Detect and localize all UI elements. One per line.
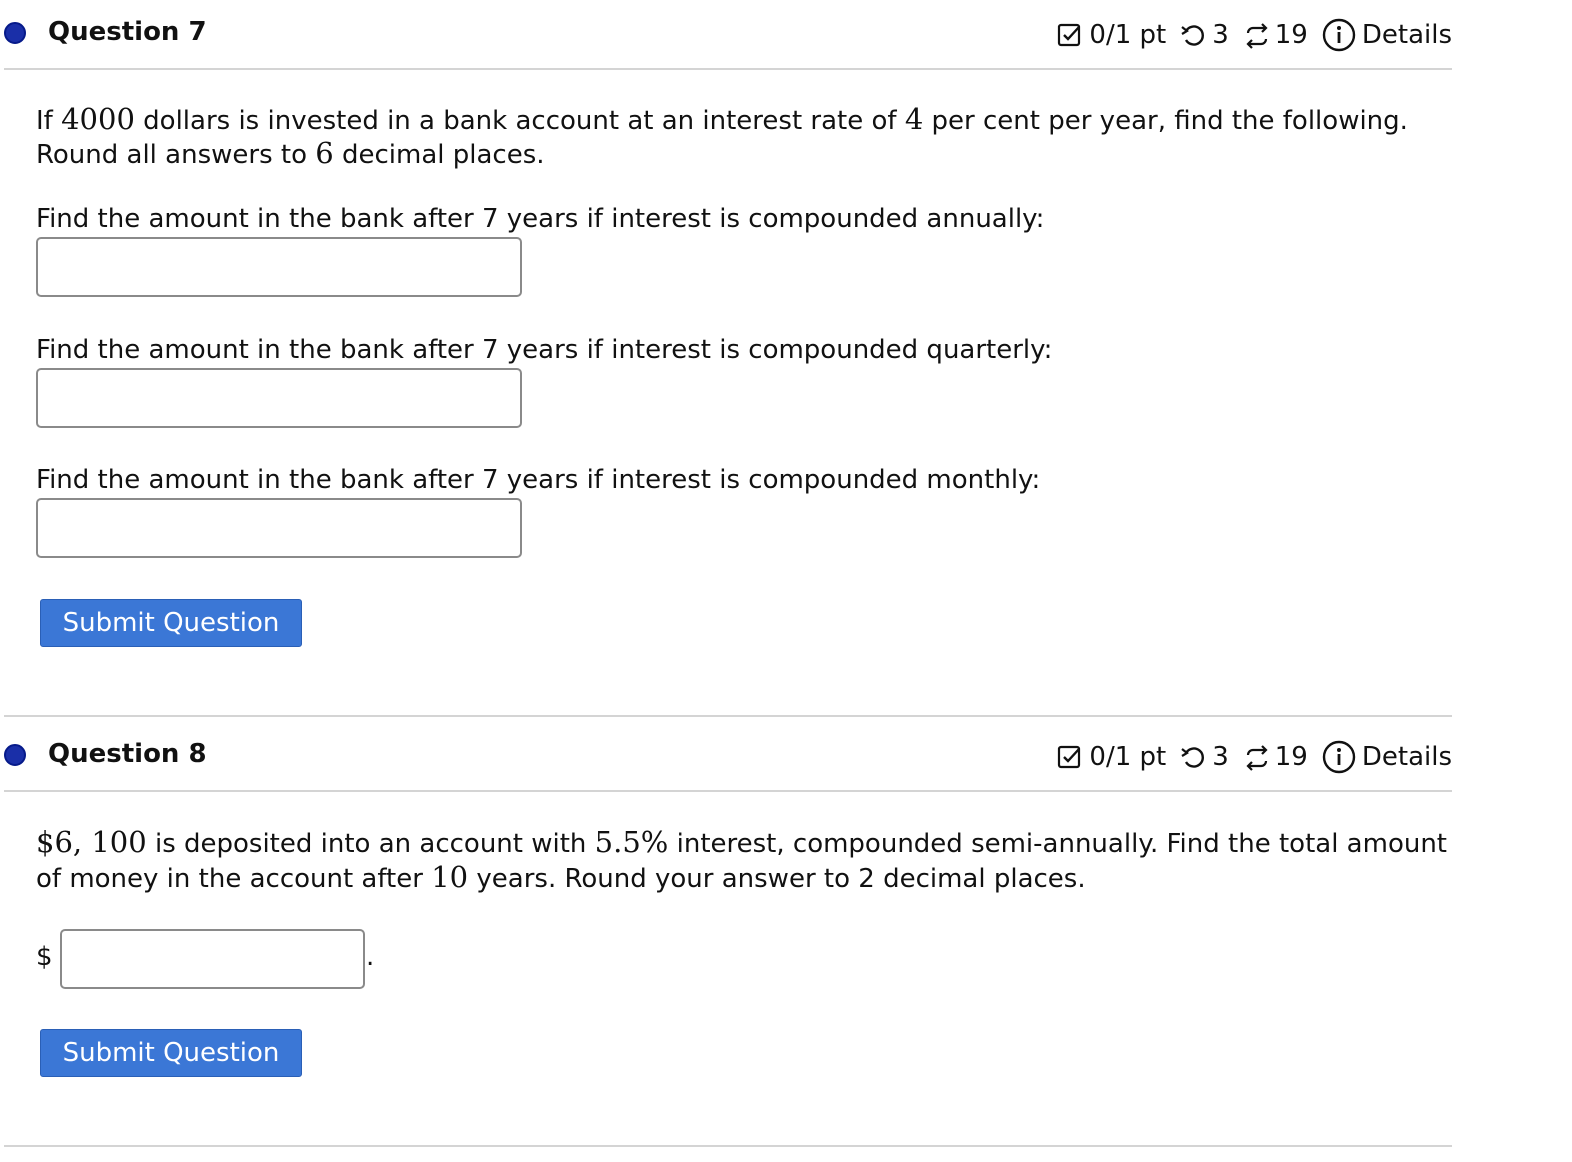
deposit-amount: $6, 100 <box>36 825 147 859</box>
principal-value: 4000 <box>61 102 135 136</box>
question-8-points: 0/1 pt <box>1089 742 1167 772</box>
retry-icon <box>1180 744 1206 770</box>
question-7-attempts: 19 <box>1274 20 1308 50</box>
question-8-prompt-line-2: of money in the account after 10 years. … <box>36 860 1086 896</box>
monthly-answer-input[interactable] <box>36 498 522 558</box>
question-7-title: Question 7 <box>48 17 207 47</box>
currency-symbol: $ <box>36 942 53 972</box>
question-8-prompt: $6, 100 is deposited into an account wit… <box>36 825 1447 861</box>
question-8-attempts: 19 <box>1274 742 1308 772</box>
submit-question-7-button[interactable]: Submit Question <box>40 599 302 647</box>
decimals-value: 6 <box>315 136 334 170</box>
info-icon[interactable] <box>1322 18 1356 52</box>
question-7-prompt: If 4000 dollars is invested in a bank ac… <box>36 102 1408 138</box>
total-amount-input[interactable] <box>60 929 365 989</box>
part-3-label: Find the amount in the bank after 7 year… <box>36 465 1041 495</box>
question-7-status-dot <box>4 22 26 44</box>
info-icon[interactable] <box>1322 740 1356 774</box>
attempts-icon <box>1243 22 1269 49</box>
question-8-title: Question 8 <box>48 739 207 769</box>
question-7-points: 0/1 pt <box>1089 20 1167 50</box>
retry-icon <box>1180 22 1206 48</box>
quarterly-answer-input[interactable] <box>36 368 522 428</box>
rate-value: 4 <box>904 102 924 136</box>
years-value: 10 <box>431 860 469 894</box>
details-link[interactable]: Details <box>1362 742 1452 772</box>
question-8-status-dot <box>4 744 26 766</box>
prompt-text: interest, compounded semi-annually. Find… <box>668 829 1448 859</box>
checkbox-icon <box>1057 22 1083 48</box>
prompt-text: years. Round your answer to 2 decimal pl… <box>468 864 1086 894</box>
question-8-meta: 0/1 pt 3 19 Details <box>1057 740 1452 774</box>
question-7-rounding: Round all answers to 6 decimal places. <box>36 136 545 172</box>
checkbox-icon <box>1057 744 1083 770</box>
prompt-text: Round all answers to <box>36 140 316 170</box>
question-7-meta: 0/1 pt 3 19 Details <box>1057 18 1452 52</box>
divider <box>4 715 1452 717</box>
prompt-text: is deposited into an account with <box>146 829 595 859</box>
part-1-label: Find the amount in the bank after 7 year… <box>36 204 1045 234</box>
prompt-text: per cent per year, find the following. <box>923 106 1408 136</box>
question-8-retries: 3 <box>1212 742 1229 772</box>
submit-question-8-button[interactable]: Submit Question <box>40 1029 302 1077</box>
details-link[interactable]: Details <box>1362 20 1452 50</box>
prompt-text: of money in the account after <box>36 864 432 894</box>
prompt-text: dollars is invested in a bank account at… <box>134 106 905 136</box>
question-7-retries: 3 <box>1212 20 1229 50</box>
rate-value: 5.5% <box>594 825 669 859</box>
prompt-text: If <box>36 106 62 136</box>
divider <box>4 1145 1452 1147</box>
attempts-icon <box>1243 744 1269 771</box>
part-2-label: Find the amount in the bank after 7 year… <box>36 335 1053 365</box>
prompt-text: decimal places. <box>333 140 545 170</box>
trailing-period: . <box>366 942 375 972</box>
annual-answer-input[interactable] <box>36 237 522 297</box>
